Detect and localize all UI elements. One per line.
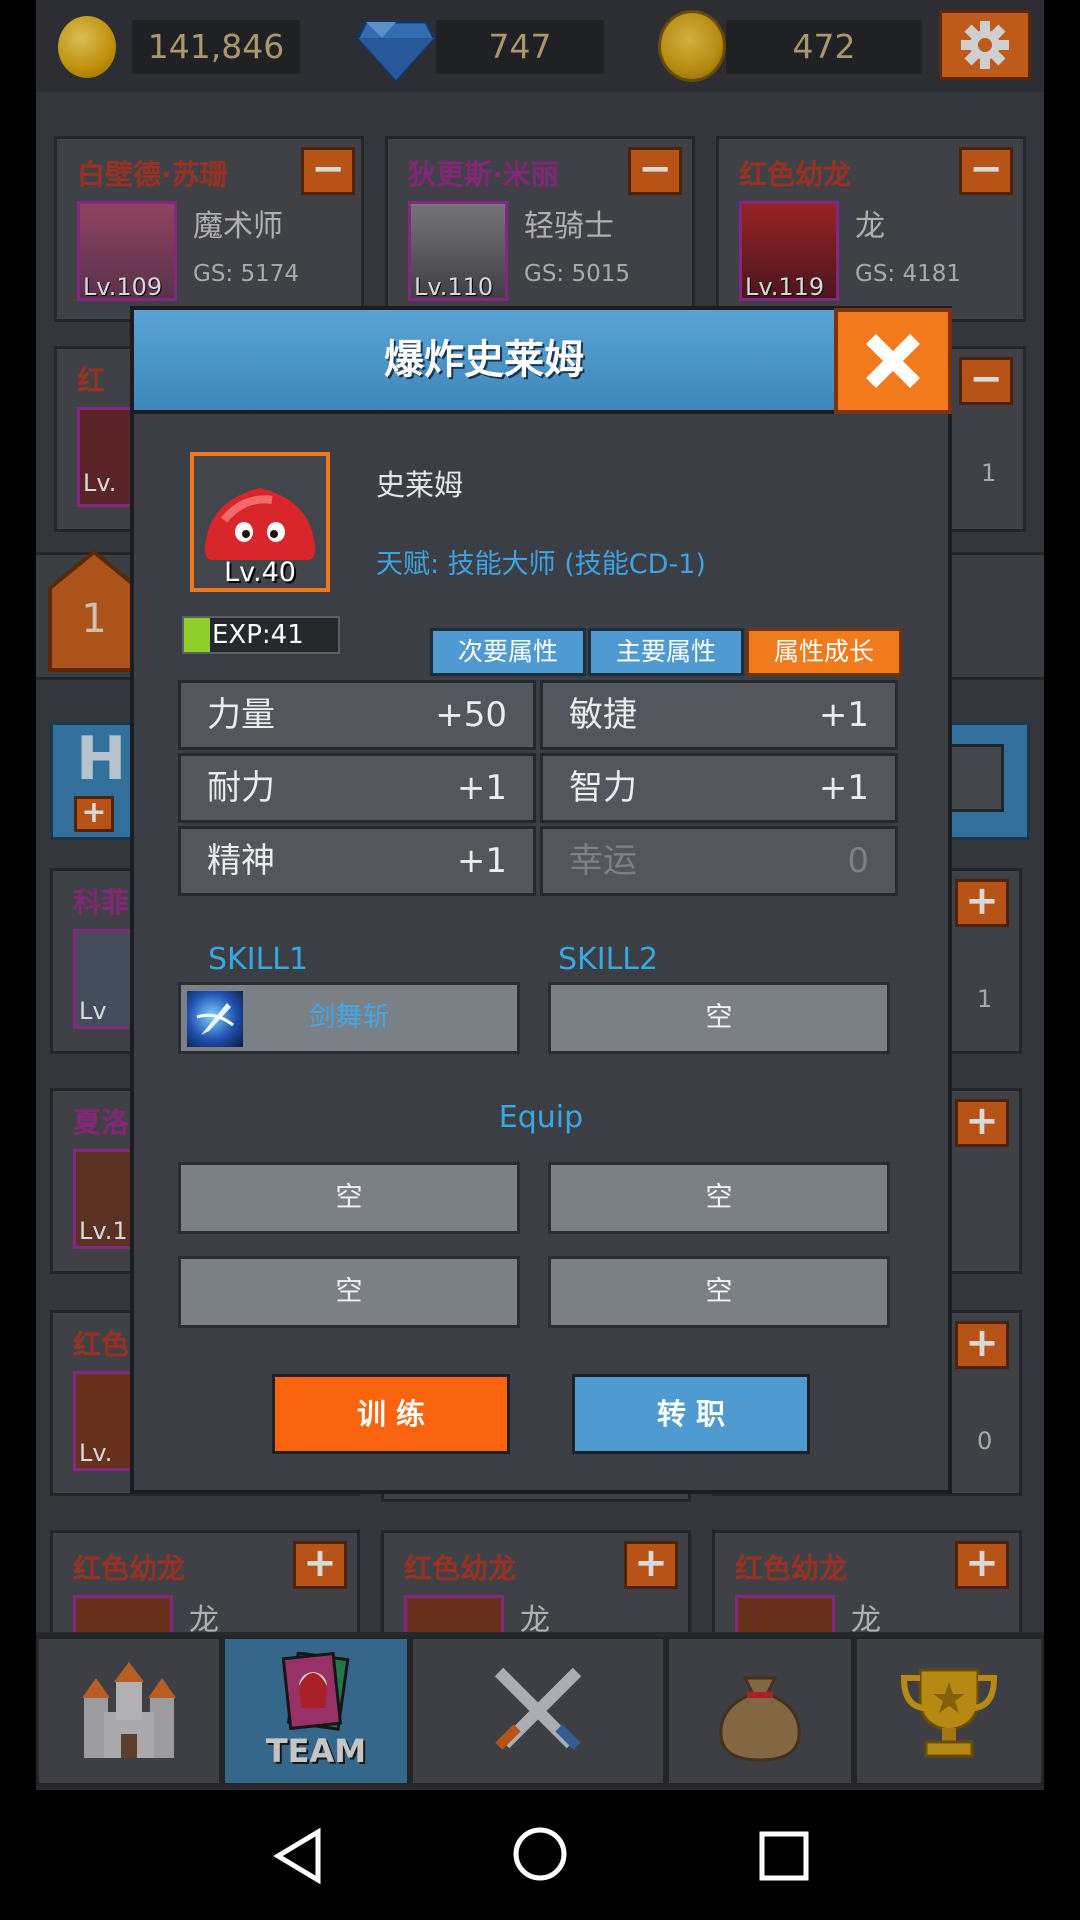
slime-icon — [204, 488, 316, 560]
equip-slot-3[interactable]: 空 — [178, 1256, 520, 1328]
stat-label: 耐力 — [207, 768, 275, 808]
skill1-label: SKILL1 — [208, 942, 309, 977]
stat-stamina: 耐力 +1 — [178, 753, 536, 823]
stat-value: +1 — [456, 841, 507, 881]
stat-strength: 力量 +50 — [178, 680, 536, 750]
tab-primary-attributes[interactable]: 主要属性 — [588, 628, 744, 676]
equip-slot-2[interactable]: 空 — [548, 1162, 890, 1234]
skill1-name: 剑舞斩 — [308, 1002, 390, 1033]
train-button[interactable]: 训 练 — [272, 1374, 510, 1454]
stat-value: +1 — [818, 695, 869, 735]
stat-value: +50 — [435, 695, 507, 735]
sword-dance-skill-icon — [187, 991, 243, 1047]
stat-agility: 敏捷 +1 — [540, 680, 898, 750]
close-icon — [866, 334, 920, 388]
dialog-header: 爆炸史莱姆 — [134, 310, 834, 414]
monster-name: 史莱姆 — [376, 468, 464, 502]
monster-portrait: Lv.40 — [190, 452, 330, 592]
home-button[interactable] — [510, 1824, 570, 1884]
stat-label: 力量 — [207, 695, 275, 735]
recents-square-icon — [759, 1831, 809, 1881]
skill2-slot[interactable]: 空 — [548, 982, 890, 1054]
exp-label: EXP:41 — [212, 620, 304, 650]
stat-label: 智力 — [569, 768, 637, 808]
monster-talent: 天赋: 技能大师 (技能CD-1) — [376, 549, 706, 580]
system-navigation-bar — [0, 1790, 1080, 1920]
equip-slot-1[interactable]: 空 — [178, 1162, 520, 1234]
monster-detail-dialog: 爆炸史莱姆 Lv.40 史莱姆 天赋: 技能大师 (技能CD-1) EXP:41… — [130, 306, 952, 1494]
stat-value: +1 — [818, 768, 869, 808]
stat-label: 精神 — [207, 841, 275, 881]
close-button[interactable] — [834, 308, 952, 414]
back-button[interactable] — [270, 1826, 330, 1886]
stat-luck: 幸运 0 — [540, 826, 898, 896]
equip-slot-4[interactable]: 空 — [548, 1256, 890, 1328]
skill1-slot[interactable]: 剑舞斩 — [178, 982, 520, 1054]
exp-bar: EXP:41 — [182, 616, 340, 654]
stat-intelligence: 智力 +1 — [540, 753, 898, 823]
recents-button[interactable] — [754, 1826, 814, 1886]
stat-value: 0 — [847, 841, 869, 881]
stat-value: +1 — [456, 768, 507, 808]
back-triangle-icon — [273, 1827, 321, 1885]
stat-spirit: 精神 +1 — [178, 826, 536, 896]
dialog-title: 爆炸史莱姆 — [384, 337, 584, 383]
tab-secondary-attributes[interactable]: 次要属性 — [430, 628, 586, 676]
job-change-button[interactable]: 转 职 — [572, 1374, 810, 1454]
monster-level: Lv.40 — [224, 557, 296, 588]
tab-attribute-growth[interactable]: 属性成长 — [746, 628, 902, 676]
skill2-label: SKILL2 — [558, 942, 659, 977]
equip-label: Equip — [498, 1100, 584, 1135]
stat-label: 幸运 — [569, 841, 637, 881]
home-circle-icon — [513, 1827, 567, 1881]
stat-label: 敏捷 — [569, 695, 637, 735]
exp-bar-fill — [184, 618, 210, 652]
